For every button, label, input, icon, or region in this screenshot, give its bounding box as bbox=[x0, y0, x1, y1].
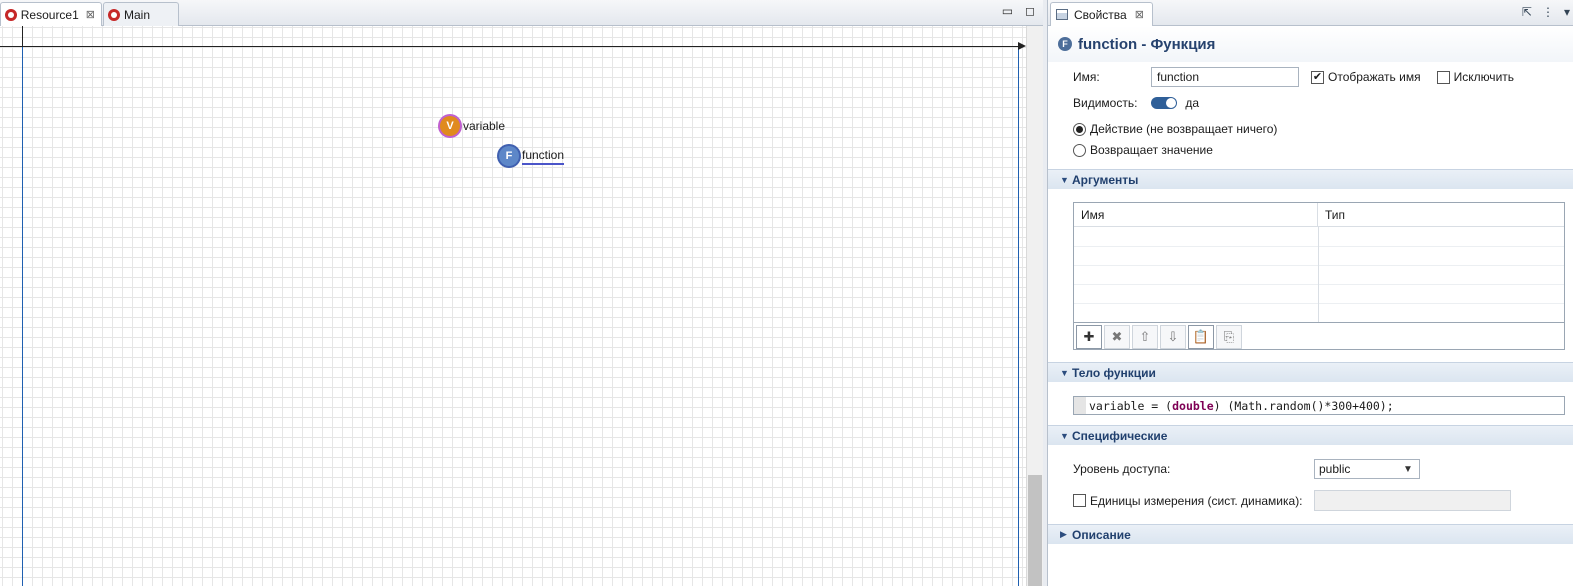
scrollbar-thumb[interactable] bbox=[1028, 475, 1042, 586]
access-level-label: Уровень доступа: bbox=[1073, 462, 1171, 476]
arguments-toolbar: ✚ ✖ ⇧ ⇩ 📋 ⎘ bbox=[1074, 322, 1564, 350]
page-title: function - Функция bbox=[1078, 35, 1216, 53]
chevron-right-icon: ▶ bbox=[1060, 529, 1067, 539]
section-title: Специфические bbox=[1072, 428, 1168, 443]
section-title: Тело функции bbox=[1072, 365, 1156, 380]
y-axis-arrow bbox=[22, 26, 23, 46]
returns-radio-row[interactable]: Возвращает значение bbox=[1073, 143, 1213, 157]
chevron-down-icon: ▼ bbox=[1060, 174, 1069, 185]
exclude-label: Исключить bbox=[1453, 70, 1515, 84]
tab-resource1[interactable]: Resource1 ⊠ bbox=[0, 2, 102, 26]
vertical-scrollbar[interactable] bbox=[1026, 26, 1043, 586]
frame-left-border bbox=[22, 46, 23, 586]
chevron-down-icon: ▼ bbox=[1403, 463, 1413, 475]
more-icon[interactable]: ▾ bbox=[1564, 5, 1570, 19]
close-icon[interactable]: ⊠ bbox=[86, 8, 95, 21]
arguments-table[interactable]: Имя Тип ✚ ✖ ⇧ ⇩ 📋 ⎘ bbox=[1073, 202, 1565, 350]
column-header-type[interactable]: Тип bbox=[1318, 203, 1345, 226]
tab-label: Свойства bbox=[1074, 7, 1127, 22]
maximize-icon[interactable]: ◻ bbox=[1025, 4, 1035, 18]
properties-icon bbox=[1056, 9, 1068, 20]
variable-icon: V bbox=[440, 116, 460, 136]
move-up-icon[interactable]: ⇧ bbox=[1132, 324, 1158, 349]
tab-properties[interactable]: Свойства ⊠ bbox=[1050, 2, 1153, 26]
chevron-down-icon: ▼ bbox=[1060, 430, 1069, 441]
section-title: Аргументы bbox=[1072, 172, 1139, 187]
copy-icon[interactable]: ⎘ bbox=[1216, 324, 1242, 349]
units-field bbox=[1314, 490, 1511, 511]
add-icon[interactable]: ✚ bbox=[1076, 324, 1102, 349]
column-header-name[interactable]: Имя bbox=[1074, 203, 1318, 226]
code-text: variable = (double) (Math.random()*300+4… bbox=[1089, 398, 1394, 413]
function-label: function bbox=[522, 148, 565, 165]
visibility-label: Видимость: bbox=[1073, 96, 1138, 110]
tab-label: Resource1 bbox=[20, 7, 79, 22]
variable-node[interactable]: V variable bbox=[440, 116, 505, 136]
arguments-section-header[interactable]: ▼ Аргументы bbox=[1048, 169, 1573, 189]
function-body-editor[interactable]: variable = (double) (Math.random()*300+4… bbox=[1073, 396, 1565, 415]
action-radio[interactable] bbox=[1073, 122, 1086, 136]
function-node[interactable]: F function bbox=[499, 146, 565, 166]
name-label: Имя: bbox=[1073, 70, 1100, 84]
properties-tab-bar: Свойства ⊠ ⇱ ⋮ ▾ bbox=[1048, 0, 1573, 26]
units-label: Единицы измерения (сист. динамика): bbox=[1090, 493, 1303, 508]
delete-icon[interactable]: ✖ bbox=[1104, 324, 1130, 349]
show-name-checkbox[interactable]: ✔ bbox=[1311, 70, 1324, 84]
view-menu-icon[interactable]: ⋮ bbox=[1542, 5, 1554, 19]
visibility-toggle[interactable] bbox=[1151, 97, 1178, 109]
description-section-header[interactable]: ▶ Описание bbox=[1048, 524, 1573, 544]
properties-pane: Свойства ⊠ ⇱ ⋮ ▾ F function - Функция Им… bbox=[1047, 0, 1573, 586]
action-option-label: Действие (не возвращает ничего) bbox=[1090, 122, 1278, 136]
action-radio-row[interactable]: Действие (не возвращает ничего) bbox=[1073, 122, 1277, 136]
resource-icon bbox=[5, 8, 17, 21]
minimize-icon[interactable]: ▭ bbox=[1002, 4, 1013, 18]
chevron-down-icon: ▼ bbox=[1060, 367, 1069, 378]
show-name-label: Отображать имя bbox=[1328, 70, 1421, 84]
function-icon: F bbox=[499, 146, 519, 166]
specific-section-header[interactable]: ▼ Специфические bbox=[1048, 425, 1573, 445]
returns-radio[interactable] bbox=[1073, 143, 1086, 157]
name-field[interactable]: function bbox=[1151, 67, 1299, 87]
resource-icon bbox=[108, 8, 120, 21]
visibility-value: да bbox=[1185, 96, 1200, 110]
pin-icon[interactable]: ⇱ bbox=[1522, 5, 1532, 19]
access-level-value: public bbox=[1319, 462, 1351, 476]
diagram-canvas[interactable]: V variable F function bbox=[0, 26, 1026, 586]
units-checkbox[interactable] bbox=[1073, 494, 1086, 507]
frame-right-border bbox=[1018, 46, 1019, 586]
function-icon: F bbox=[1058, 37, 1072, 51]
properties-header: F function - Функция bbox=[1048, 26, 1573, 62]
editor-tab-bar: Resource1 ⊠ Main ▭ ◻ bbox=[0, 0, 1043, 26]
access-level-select[interactable]: public ▼ bbox=[1314, 459, 1420, 479]
close-icon[interactable]: ⊠ bbox=[1135, 8, 1144, 21]
section-title: Описание bbox=[1072, 527, 1131, 542]
paste-icon[interactable]: 📋 bbox=[1188, 324, 1214, 349]
tab-main[interactable]: Main bbox=[103, 2, 179, 26]
exclude-checkbox[interactable] bbox=[1436, 70, 1450, 84]
tab-label: Main bbox=[124, 7, 151, 22]
editor-pane: Resource1 ⊠ Main ▭ ◻ V variable F functi… bbox=[0, 0, 1043, 586]
body-section-header[interactable]: ▼ Тело функции bbox=[1048, 362, 1573, 382]
variable-label: variable bbox=[463, 119, 506, 133]
returns-option-label: Возвращает значение bbox=[1090, 143, 1213, 157]
editor-gutter bbox=[1074, 397, 1086, 414]
x-axis-arrow bbox=[0, 42, 1026, 50]
move-down-icon[interactable]: ⇩ bbox=[1160, 324, 1186, 349]
